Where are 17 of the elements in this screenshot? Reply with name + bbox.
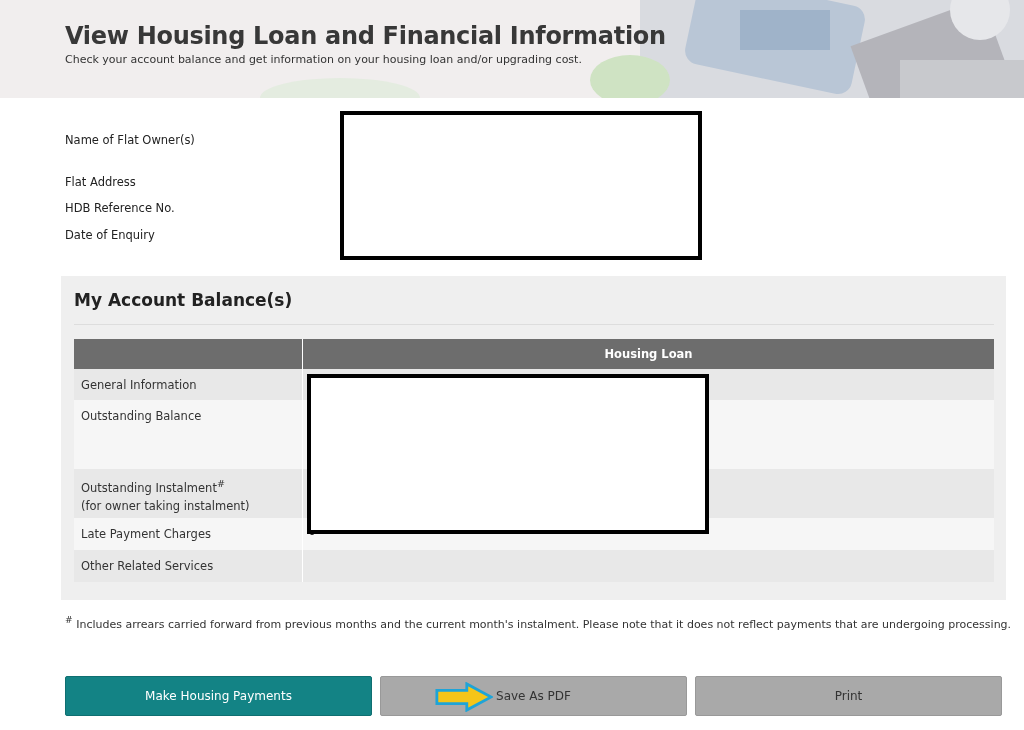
page-subtitle: Check your account balance and get information on your housing loan and/or upgrading cost. <box>65 53 583 66</box>
section-title: My Account Balance(s) <box>74 290 994 325</box>
table-cell: Other Related Services <box>74 550 303 582</box>
table-cell: General Information <box>74 369 303 400</box>
table-header-cell: Housing Loan <box>303 339 994 369</box>
footnote: $^{#}$ Includes arrears carried forward from previous months and the current month's instalment. Please note that it does not reflect payments that are undergoing processing. <box>65 614 1013 631</box>
table-cell: Late Payment Charges <box>74 518 303 550</box>
detail-label: Flat Address <box>65 175 136 189</box>
table-cell: Outstanding Instalment$^{#}$ (for owner taking instalment) <box>74 469 303 518</box>
page-title: View Housing Loan and Financial Information <box>65 22 667 50</box>
action-button[interactable]: Make Housing Payments <box>65 675 372 716</box>
detail-label: Name of Flat Owner(s) <box>65 133 195 147</box>
action-button[interactable]: Save As PDF <box>380 675 687 716</box>
detail-label: HDB Reference No. <box>65 201 175 215</box>
action-button[interactable]: Print <box>695 675 1002 716</box>
table-cell: Outstanding Balance <box>74 400 303 469</box>
detail-label: Date of Enquiry <box>65 228 155 242</box>
